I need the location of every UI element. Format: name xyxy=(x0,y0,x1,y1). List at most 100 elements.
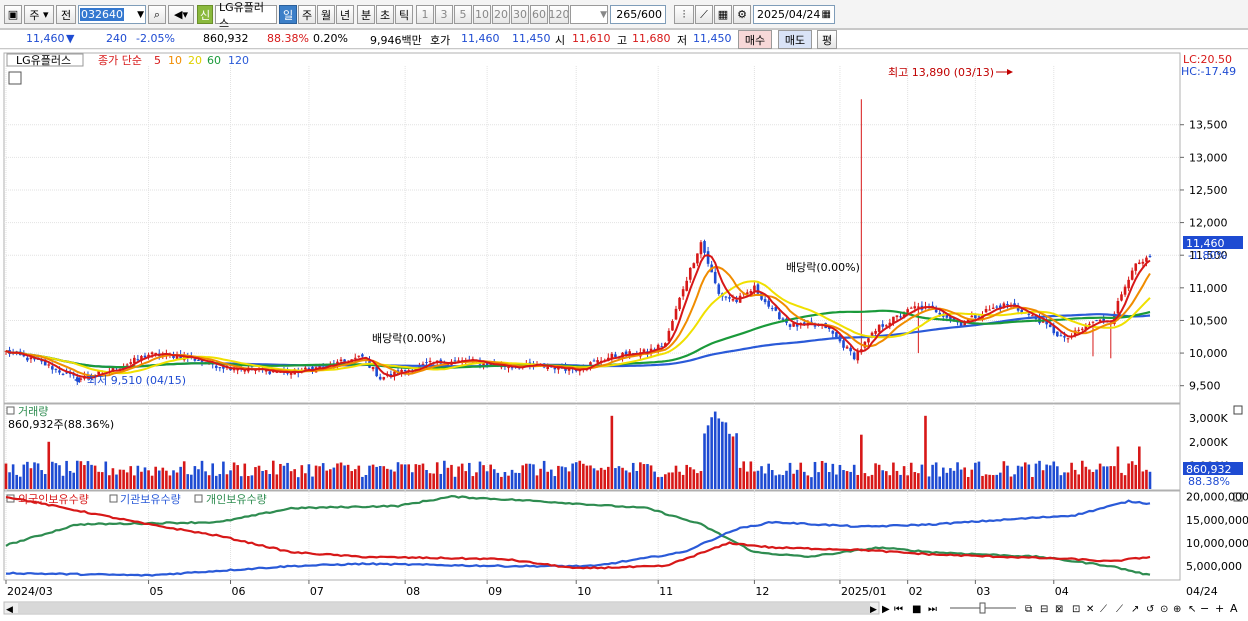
volume-bar-173 xyxy=(621,467,624,489)
candle-type-icon[interactable]: ⫶ xyxy=(674,5,694,24)
table-toggle-icon[interactable] xyxy=(8,71,22,85)
volume-bar-305 xyxy=(1091,471,1095,489)
eval-button[interactable]: 평 xyxy=(817,30,837,49)
lock-icon[interactable]: ⊙ xyxy=(1160,604,1168,615)
x-tick-8: 12 xyxy=(755,585,769,598)
volume-bar-320 xyxy=(1145,469,1148,489)
candle-body-304 xyxy=(1088,323,1091,325)
period-2-button[interactable]: 월 xyxy=(317,5,335,24)
draw-tool-icon[interactable]: ⟋ xyxy=(695,5,713,24)
x-tick-11: 03 xyxy=(976,585,990,598)
volume-bar-128 xyxy=(460,463,464,489)
volume-bar-258 xyxy=(924,415,927,489)
copy-icon[interactable]: ⊟ xyxy=(1040,604,1048,615)
volume-bar-137 xyxy=(492,469,496,489)
crosshair-icon[interactable]: ✕ xyxy=(1086,604,1094,615)
buy-button[interactable]: 매수 xyxy=(738,30,772,49)
volume-bar-36 xyxy=(132,475,136,489)
candle-body-295 xyxy=(1056,331,1059,337)
volume-bar-314 xyxy=(1123,475,1127,489)
nav-forward-icon[interactable]: ⏭ xyxy=(928,604,937,615)
volume-bar-300 xyxy=(1073,469,1077,489)
volume-bar-112 xyxy=(403,464,407,489)
zoom-out-icon[interactable]: − xyxy=(1200,602,1209,615)
gear-icon[interactable]: ⚙ xyxy=(733,5,751,24)
volume-bar-169 xyxy=(606,466,610,489)
custom-interval-select[interactable]: ▼ xyxy=(570,5,608,24)
interval-60-button[interactable]: 60 xyxy=(530,5,548,24)
period-4-button[interactable]: 분 xyxy=(357,5,375,24)
volume-bar-236 xyxy=(845,471,849,489)
prev-toggle[interactable]: 전 xyxy=(56,5,76,24)
font-size-icon[interactable]: A xyxy=(1230,602,1238,615)
calendar-icon[interactable]: ▦ xyxy=(822,9,831,20)
zoom-slider-thumb[interactable] xyxy=(979,602,986,614)
interval-30-button[interactable]: 30 xyxy=(511,5,529,24)
fit-icon[interactable]: ⊡ xyxy=(1072,604,1080,615)
candle-body-233 xyxy=(835,332,838,338)
period-0-button[interactable]: 일 xyxy=(279,5,297,24)
volume-close-icon[interactable] xyxy=(1233,405,1243,415)
search-icon[interactable]: ⌕ xyxy=(148,5,166,24)
date-input[interactable]: 2025/04/24 ▦ xyxy=(753,5,835,24)
print-icon[interactable]: ⊠ xyxy=(1055,604,1063,615)
sell-button[interactable]: 매도 xyxy=(778,30,812,49)
volume-bar-187 xyxy=(671,472,674,489)
interval-120-button[interactable]: 120 xyxy=(549,5,569,24)
period-6-button[interactable]: 틱 xyxy=(395,5,413,24)
save-icon[interactable]: ▦ xyxy=(714,5,732,24)
volume-bar-205 xyxy=(735,433,738,489)
open-label: 시 xyxy=(555,34,566,47)
interval-20-button[interactable]: 20 xyxy=(492,5,510,24)
candle-body-200 xyxy=(717,284,721,294)
interval-5-button[interactable]: 5 xyxy=(454,5,472,24)
volume-bar-186 xyxy=(667,472,671,489)
interval-10-button[interactable]: 10 xyxy=(473,5,491,24)
pointer-icon[interactable]: ↖ xyxy=(1188,604,1196,615)
volume-bar-190 xyxy=(681,474,685,489)
volume-bar-152 xyxy=(546,471,550,489)
scroll-right-icon[interactable]: ▶ xyxy=(870,605,877,615)
volume-bar-115 xyxy=(414,464,418,489)
scroll-left-icon[interactable]: ◀ xyxy=(6,605,13,615)
volume-bar-303 xyxy=(1084,466,1088,489)
zoom-in-icon[interactable]: + xyxy=(1215,602,1224,615)
candle-body-210 xyxy=(753,285,756,291)
volume-bar-191 xyxy=(685,464,688,489)
trend-icon[interactable]: ⟋ xyxy=(1116,604,1123,615)
scroll-bar[interactable]: ◀ ▶ xyxy=(3,601,880,615)
volume-bar-203 xyxy=(728,433,731,489)
magnet-icon[interactable]: ⊕ xyxy=(1173,604,1181,615)
hts-window: { "toolbar":{"market":"주","prev":"전","co… xyxy=(0,0,1248,621)
period-3-button[interactable]: 년 xyxy=(336,5,354,24)
market-select[interactable]: 주 ▾ xyxy=(24,5,54,24)
line-tool-icon[interactable]: ⟋ xyxy=(1100,604,1107,615)
volume-bar-163 xyxy=(585,465,589,489)
candle-body-187 xyxy=(671,320,674,331)
speaker-icon[interactable]: ◀▾ xyxy=(168,5,194,24)
nav-next-icon[interactable]: ▶ xyxy=(882,604,890,615)
volume-bar-228 xyxy=(817,472,820,489)
candle-body-297 xyxy=(1063,336,1066,338)
window-menu-icon[interactable]: ▣ xyxy=(4,5,22,24)
interval-1-button[interactable]: 1 xyxy=(416,5,434,24)
volume-bar-309 xyxy=(1105,466,1109,489)
interval-3-button[interactable]: 3 xyxy=(435,5,453,24)
nav-rewind-icon[interactable]: ⏮ xyxy=(894,604,903,615)
volume-bar-276 xyxy=(988,474,991,489)
candle-body-41 xyxy=(150,352,154,355)
period-5-button[interactable]: 초 xyxy=(376,5,394,24)
undo-icon[interactable]: ↺ xyxy=(1146,604,1154,615)
count-input[interactable]: 265/600 xyxy=(610,5,666,24)
ray-icon[interactable]: ↗ xyxy=(1131,604,1139,615)
volume-bar-18 xyxy=(68,470,72,489)
volume-bar-20 xyxy=(75,460,79,489)
volume-bar-23 xyxy=(86,461,90,489)
code-input[interactable]: 032640 ▼ xyxy=(78,5,146,24)
candle-body-14 xyxy=(54,368,58,370)
layout-icon[interactable]: ⧉ xyxy=(1025,604,1032,615)
quote-price: 11,460 xyxy=(26,32,65,45)
period-1-button[interactable]: 주 xyxy=(298,5,316,24)
nav-stop-icon[interactable]: ■ xyxy=(912,604,921,615)
candle-body-239 xyxy=(856,351,860,361)
